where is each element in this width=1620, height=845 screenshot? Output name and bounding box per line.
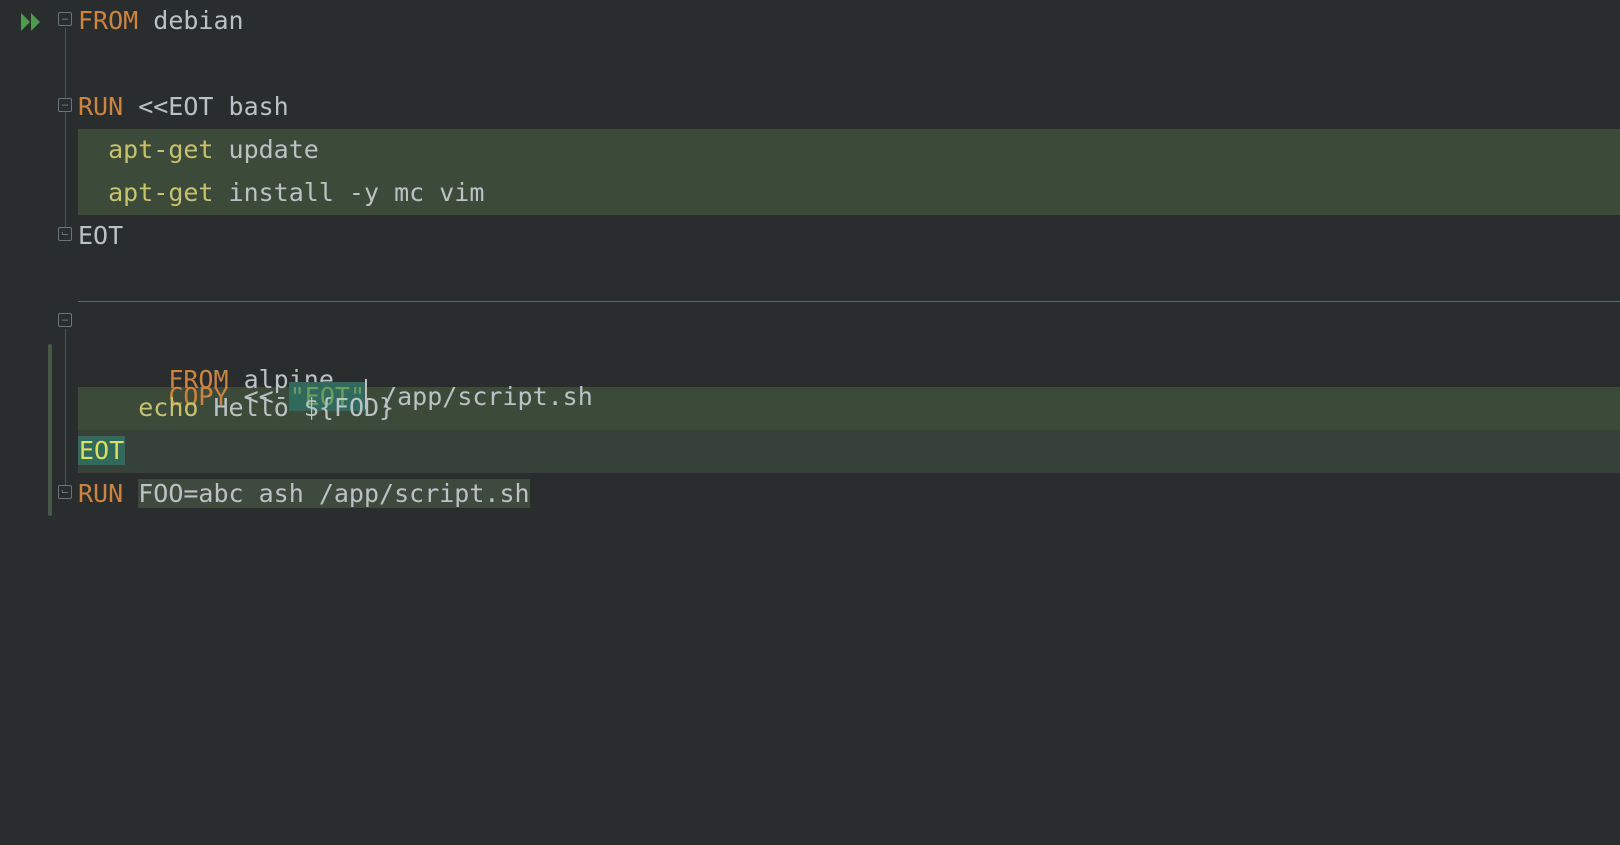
code-line[interactable]: FROM debian bbox=[78, 0, 1620, 43]
fold-gutter[interactable] bbox=[56, 0, 78, 845]
fold-toggle-icon[interactable] bbox=[58, 313, 72, 327]
code-line[interactable]: echo Hello ${FOD} bbox=[78, 387, 1620, 430]
code-line[interactable]: EOT bbox=[78, 430, 1620, 473]
run-double-icon[interactable] bbox=[20, 10, 44, 32]
fold-end-icon[interactable] bbox=[58, 227, 72, 241]
code-text: debian bbox=[138, 6, 243, 35]
code-line[interactable] bbox=[78, 43, 1620, 86]
heredoc-end: EOT bbox=[78, 436, 125, 465]
section-divider bbox=[78, 301, 1620, 302]
code-text: FOO=abc ash /app/script.sh bbox=[138, 479, 529, 508]
code-line[interactable]: apt-get install -y mc vim bbox=[78, 172, 1620, 215]
code-text: update bbox=[213, 135, 318, 164]
fold-guide bbox=[65, 28, 66, 240]
code-line[interactable]: apt-get update bbox=[78, 129, 1620, 172]
fold-toggle-icon[interactable] bbox=[58, 98, 72, 112]
code-text: install -y mc vim bbox=[213, 178, 484, 207]
heredoc-end: EOT bbox=[78, 221, 123, 250]
code-line[interactable]: RUN <<EOT bash bbox=[78, 86, 1620, 129]
variable-text: ${FOD} bbox=[304, 393, 394, 422]
fold-toggle-icon[interactable] bbox=[58, 12, 72, 26]
code-line[interactable]: RUN FOO=abc ash /app/script.sh bbox=[78, 473, 1620, 516]
fold-guide bbox=[65, 329, 66, 499]
code-text: Hello bbox=[198, 393, 303, 422]
code-editor[interactable]: FROM debian RUN <<EOT bash apt-get updat… bbox=[0, 0, 1620, 845]
code-line[interactable]: EOT bbox=[78, 215, 1620, 258]
icon-gutter bbox=[0, 0, 56, 845]
command-text: echo bbox=[138, 393, 198, 422]
keyword-from: FROM bbox=[78, 6, 138, 35]
code-area[interactable]: FROM debian RUN <<EOT bash apt-get updat… bbox=[78, 0, 1620, 845]
code-line[interactable]: FROM alpine bbox=[78, 301, 1620, 344]
code-text: /app/script.sh bbox=[367, 382, 593, 411]
command-text: apt-get bbox=[108, 135, 213, 164]
vcs-change-bar bbox=[48, 344, 52, 516]
code-line[interactable] bbox=[78, 258, 1620, 301]
command-text: apt-get bbox=[108, 178, 213, 207]
code-text: <<EOT bash bbox=[123, 92, 289, 121]
fold-end-icon[interactable] bbox=[58, 485, 72, 499]
keyword-run: RUN bbox=[78, 92, 123, 121]
keyword-run: RUN bbox=[78, 479, 123, 508]
